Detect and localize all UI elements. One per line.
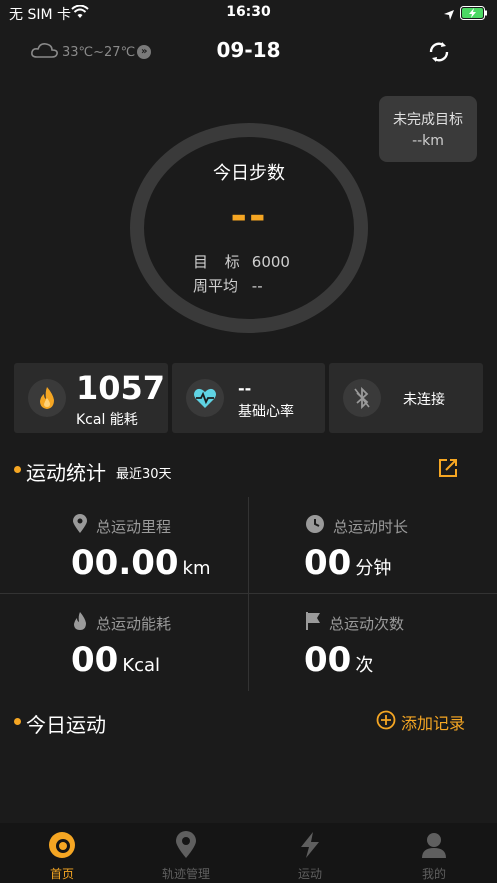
plus-circle-icon [376,710,396,734]
goal-label: 目 标 [193,253,246,271]
location-icon [172,831,200,859]
stat-count-value: 00 [304,640,352,680]
steps-goal-row: 目 标 6000 [193,251,290,272]
stat-duration-unit: 分钟 [355,558,392,579]
share-icon[interactable] [437,457,459,483]
heart-rate-card[interactable]: -- 基础心率 [172,363,325,433]
add-record-label: 添加记录 [401,714,466,733]
stat-distance-value: 00.00 [71,543,179,583]
stat-distance-label-row: 总运动里程 [72,514,171,538]
goal-bubble[interactable]: 未完成目标 --km [379,96,477,162]
avg-label: 周平均 [193,277,239,295]
goal-bubble-value: --km [412,133,444,149]
stat-count[interactable]: 总运动次数 00 次 [249,594,479,690]
tab-sport[interactable]: 运动 [248,823,372,883]
stat-energy-value-row: 00 Kcal [71,640,160,680]
stat-distance-unit: km [182,558,211,579]
device-card[interactable]: 未连接 [329,363,483,433]
tab-track-label: 轨迹管理 [161,867,210,881]
stat-duration-value-row: 00 分钟 [304,543,391,583]
section-dot [14,466,21,473]
flame-icon [72,611,88,635]
stat-distance-value-row: 00.00 km [71,543,211,583]
stat-energy-label-row: 总运动能耗 [72,611,171,635]
stat-distance-label: 总运动里程 [96,517,172,536]
tab-home[interactable]: 首页 [0,823,124,883]
calories-card[interactable]: 1057 Kcal 能耗 [14,363,168,433]
add-record-button[interactable]: 添加记录 [376,710,465,734]
clock-icon [305,514,325,538]
stats-section-header: 运动统计 最近30天 [0,454,497,485]
lightning-icon [296,831,324,859]
tab-profile-label: 我的 [421,867,446,881]
stat-distance[interactable]: 总运动里程 00.00 km [0,497,230,593]
stats-section-subtitle: 最近30天 [116,467,172,482]
header: 33℃~27℃ » 09-18 [0,30,497,74]
stat-duration-label: 总运动时长 [333,517,409,536]
device-status: 未连接 [403,392,445,408]
stat-energy-value: 00 [71,640,119,680]
avg-value: -- [251,277,263,295]
home-icon [48,831,76,859]
date-title: 09-18 [216,38,281,62]
flame-icon [28,379,66,417]
steps-avg-row: 周平均 -- [193,275,263,296]
steps-ring[interactable]: 今日步数 -- 目 标 6000 周平均 -- [129,123,369,333]
tab-track[interactable]: 轨迹管理 [124,823,248,883]
clock: 16:30 [226,4,271,20]
stat-energy-label: 总运动能耗 [96,614,172,633]
tab-sport-label: 运动 [297,867,322,881]
stat-count-unit: 次 [355,655,374,676]
stat-duration-label-row: 总运动时长 [305,514,408,538]
steps-title: 今日步数 [213,163,285,184]
stats-grid: 总运动里程 00.00 km 总运动时长 00 分钟 总运动能耗 00 Kcal 总运… [0,497,497,691]
tab-profile[interactable]: 我的 [372,823,496,883]
stat-count-label: 总运动次数 [329,614,405,633]
flag-icon [305,611,321,635]
goal-bubble-title: 未完成目标 [393,112,463,128]
summary-cards: 1057 Kcal 能耗 -- 基础心率 未连接 [14,363,483,433]
heart-rate-label: 基础心率 [238,404,294,420]
stat-energy[interactable]: 总运动能耗 00 Kcal [0,594,230,690]
steps-value: -- [230,193,268,239]
stat-duration-value: 00 [304,543,352,583]
goal-value: 6000 [251,253,290,271]
calories-value: 1057 [76,369,166,407]
today-section-title: 今日运动 [26,713,106,737]
user-icon [420,831,448,859]
battery-icon [460,5,488,24]
today-section-header: 今日运动 添加记录 [0,706,497,737]
stats-section-title: 运动统计 [26,461,106,485]
tab-bar: 首页 轨迹管理 运动 我的 [0,823,497,883]
heart-rate-value: -- [238,379,252,398]
tab-home-label: 首页 [49,867,74,881]
calories-label: Kcal 能耗 [76,412,138,428]
stat-duration[interactable]: 总运动时长 00 分钟 [249,497,479,593]
heart-rate-icon [186,379,224,417]
sync-icon[interactable] [427,40,451,68]
status-bar: 无 SIM 卡 16:30 [0,0,497,26]
location-pin-icon [72,514,88,538]
stat-energy-unit: Kcal [122,655,161,676]
location-arrow-icon [443,6,455,25]
stat-count-label-row: 总运动次数 [305,611,404,635]
section-dot [14,718,21,725]
bluetooth-off-icon [343,379,381,417]
stat-count-value-row: 00 次 [304,640,373,680]
